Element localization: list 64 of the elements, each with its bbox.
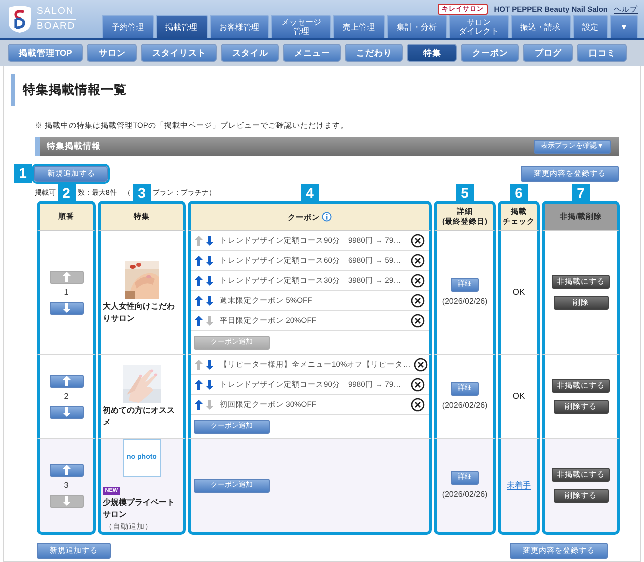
nav-tab[interactable]: サロン ダイレクト bbox=[448, 15, 509, 38]
arrow-up-icon bbox=[62, 376, 70, 386]
arrow-down-icon bbox=[62, 496, 70, 506]
check-status-link[interactable]: 未着手 bbox=[507, 480, 531, 490]
callout-number: 5 bbox=[456, 184, 474, 204]
remove-icon[interactable] bbox=[411, 398, 425, 412]
feature-title: 大人女性向けこだわりサロン bbox=[102, 300, 176, 325]
callout-number: 2 bbox=[58, 184, 76, 204]
order-number: 3 bbox=[63, 480, 70, 492]
title-accent-bar bbox=[11, 74, 15, 106]
arrow-down-icon bbox=[62, 303, 70, 314]
logo-text: SALON bbox=[37, 7, 76, 20]
remove-icon[interactable] bbox=[411, 294, 425, 308]
nav-tab[interactable]: ▼ bbox=[610, 15, 638, 38]
subnav-tab[interactable]: ブログ bbox=[523, 44, 574, 62]
move-up-button[interactable] bbox=[50, 374, 84, 388]
subnav-tab[interactable]: こだわり bbox=[345, 44, 404, 62]
order-number: 2 bbox=[63, 390, 70, 403]
callout-number: 7 bbox=[572, 184, 590, 204]
move-down-button[interactable] bbox=[50, 302, 84, 315]
subnav-tab[interactable]: クーポン bbox=[461, 44, 520, 62]
last-updated-date: (2026/02/26) bbox=[441, 400, 489, 412]
callout-number: 3 bbox=[133, 184, 151, 204]
check-status: OK bbox=[512, 287, 526, 297]
arrow-up-icon bbox=[62, 272, 70, 282]
nav-tab[interactable]: 振込・請求 bbox=[510, 15, 570, 38]
nav-tab[interactable]: メッセージ 管理 bbox=[271, 15, 332, 38]
subnav-tab[interactable]: サロン bbox=[87, 44, 138, 62]
nav-tab[interactable]: 掲載管理 bbox=[156, 15, 208, 38]
order-number: 1 bbox=[63, 286, 70, 299]
feature-title: 初めての方にオススメ bbox=[102, 404, 176, 429]
subnav-tab[interactable]: メニュー bbox=[283, 44, 342, 62]
remove-icon[interactable] bbox=[411, 378, 425, 392]
info-icon[interactable] bbox=[322, 212, 332, 222]
logo-icon bbox=[7, 4, 33, 34]
feature-title: 少規模プライベートサロン bbox=[102, 496, 176, 521]
subnav-tab[interactable]: スタイリスト bbox=[141, 44, 218, 62]
check-status: OK bbox=[512, 391, 526, 401]
page-title: 特集掲載情報一覧 bbox=[23, 82, 127, 98]
last-updated-date: (2026/02/26) bbox=[441, 489, 489, 502]
move-up-button[interactable] bbox=[50, 464, 84, 477]
nav-tab[interactable]: 設定 bbox=[572, 15, 608, 38]
section-title: 特集掲載情報 bbox=[47, 140, 101, 154]
nav-tab[interactable]: 集計・分析 bbox=[387, 15, 447, 38]
nav-tab[interactable]: お客様管理 bbox=[210, 15, 270, 38]
nav-tab[interactable]: 予約管理 bbox=[102, 15, 154, 38]
subnav-tab[interactable]: 掲載管理TOP bbox=[8, 44, 84, 62]
subnav-tab[interactable]: スタイル bbox=[221, 44, 280, 62]
remove-icon[interactable] bbox=[411, 254, 425, 268]
subnav-tab[interactable]: 口コミ bbox=[577, 44, 628, 62]
subnav-tab[interactable]: 特集 bbox=[407, 44, 458, 62]
arrow-down-icon bbox=[62, 407, 70, 418]
last-updated-date: (2026/02/26) bbox=[441, 296, 489, 308]
logo-text: BOARD bbox=[37, 22, 76, 31]
remove-icon[interactable] bbox=[414, 358, 428, 372]
callout-number: 1 bbox=[14, 164, 32, 184]
remove-icon[interactable] bbox=[411, 274, 425, 288]
remove-icon[interactable] bbox=[411, 234, 425, 248]
move-down-button[interactable] bbox=[50, 406, 84, 419]
remove-icon[interactable] bbox=[411, 314, 425, 328]
nav-tab[interactable]: 売上管理 bbox=[333, 15, 386, 38]
callout-number: 6 bbox=[510, 184, 528, 204]
callout-number: 4 bbox=[301, 184, 319, 204]
arrow-up-icon bbox=[62, 465, 70, 476]
